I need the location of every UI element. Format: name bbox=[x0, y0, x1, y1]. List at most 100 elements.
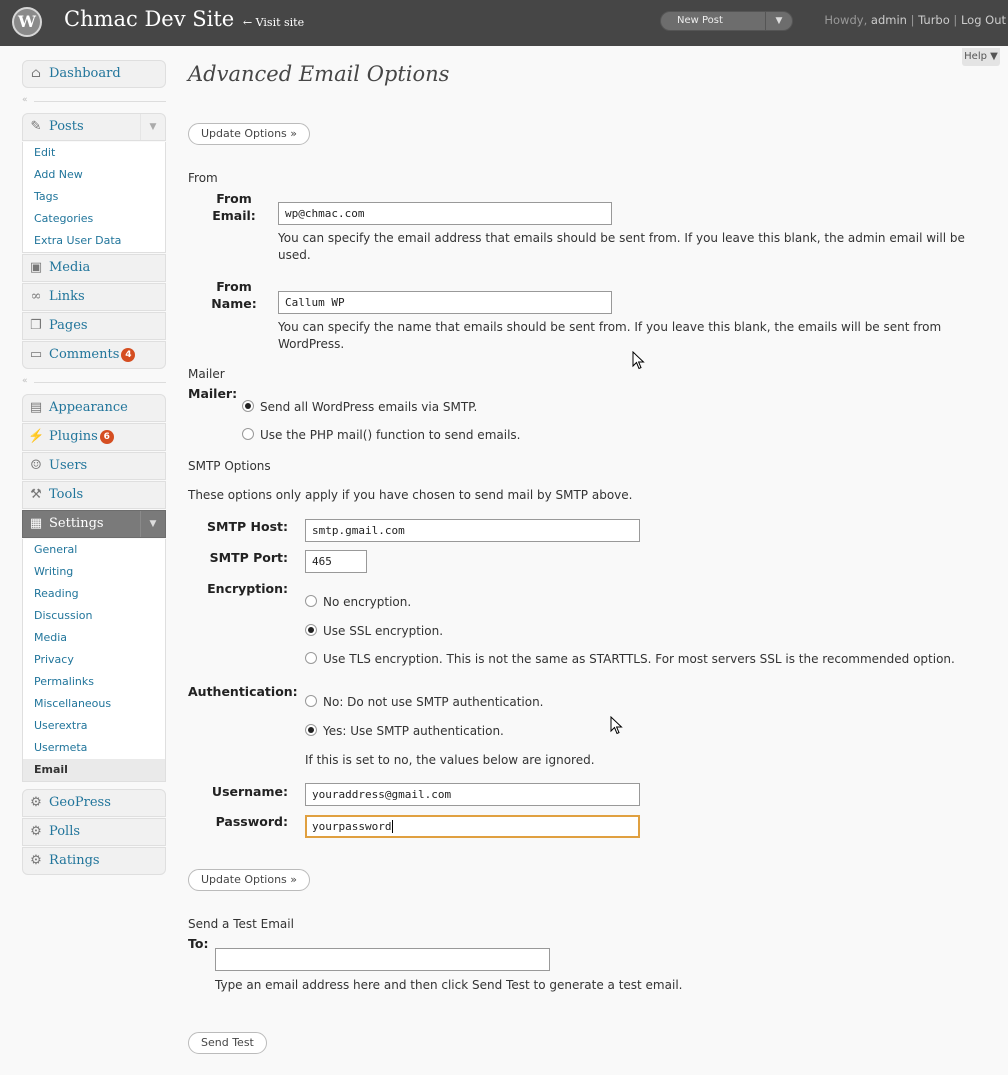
smtp-port-field[interactable]: 465 bbox=[305, 550, 367, 573]
user-link[interactable]: admin bbox=[871, 13, 907, 27]
submenu-item-miscellaneous[interactable]: Miscellaneous bbox=[23, 693, 165, 715]
auth-no-label: No: Do not use SMTP authentication. bbox=[323, 695, 544, 709]
radio-unselected-icon[interactable] bbox=[242, 428, 254, 440]
submenu-item-general[interactable]: General bbox=[23, 539, 165, 561]
submenu-item-tags[interactable]: Tags bbox=[23, 186, 165, 208]
test-email-description: Type an email address here and then clic… bbox=[215, 978, 683, 992]
menu-appearance-label: Appearance bbox=[49, 400, 128, 415]
submenu-item-privacy[interactable]: Privacy bbox=[23, 649, 165, 671]
turbo-link[interactable]: Turbo bbox=[918, 13, 950, 27]
smtp-port-label: SMTP Port: bbox=[209, 550, 288, 565]
mailer-option-php[interactable]: Use the PHP mail() function to send emai… bbox=[242, 428, 520, 442]
menu-comments-label: Comments 4 bbox=[49, 347, 136, 362]
submenu-item-discussion[interactable]: Discussion bbox=[23, 605, 165, 627]
submenu-item-reading[interactable]: Reading bbox=[23, 583, 165, 605]
update-options-button-bottom[interactable]: Update Options » bbox=[188, 869, 311, 891]
gear-icon: ⚙ bbox=[30, 853, 42, 868]
menu-polls-label: Polls bbox=[49, 824, 81, 839]
mailer-option-smtp[interactable]: Send all WordPress emails via SMTP. bbox=[242, 400, 477, 414]
plugins-text: Plugins bbox=[49, 429, 98, 444]
howdy-text: Howdy, bbox=[824, 13, 868, 27]
menu-posts-label: Posts bbox=[49, 119, 84, 134]
encryption-none-label: No encryption. bbox=[323, 595, 412, 609]
smtp-host-label: SMTP Host: bbox=[207, 519, 288, 534]
visit-site-link[interactable]: ← Visit site bbox=[243, 16, 304, 29]
username-field[interactable]: youraddress@gmail.com bbox=[305, 783, 640, 806]
mailer-php-label: Use the PHP mail() function to send emai… bbox=[260, 428, 521, 442]
chevron-down-icon[interactable]: ▼ bbox=[140, 114, 165, 140]
radio-unselected-icon[interactable] bbox=[305, 652, 317, 664]
logout-link[interactable]: Log Out bbox=[961, 13, 1006, 27]
auth-option-yes[interactable]: Yes: Use SMTP authentication. bbox=[305, 724, 504, 738]
user-info: Howdy, admin | Turbo | Log Out bbox=[824, 13, 1006, 27]
menu-links-label: Links bbox=[49, 289, 85, 304]
submenu-item-userextra[interactable]: Userextra bbox=[23, 715, 165, 737]
submenu-item-media[interactable]: Media bbox=[23, 627, 165, 649]
menu-separator[interactable]: « bbox=[22, 370, 166, 394]
radio-selected-icon[interactable] bbox=[242, 400, 254, 412]
help-tab[interactable]: Help ▼ bbox=[962, 48, 1000, 66]
plugins-count-badge: 6 bbox=[99, 430, 114, 444]
users-icon: ☺ bbox=[30, 458, 42, 473]
smtp-host-field[interactable]: smtp.gmail.com bbox=[305, 519, 640, 542]
submenu-item-extra-user-data[interactable]: Extra User Data bbox=[23, 230, 165, 252]
settings-submenu: General Writing Reading Discussion Media… bbox=[22, 539, 166, 782]
tools-icon: ⚒ bbox=[30, 487, 42, 502]
encryption-option-tls[interactable]: Use TLS encryption. This is not the same… bbox=[305, 652, 955, 666]
menu-geopress[interactable]: ⚙ GeoPress bbox=[22, 789, 166, 817]
menu-tools[interactable]: ⚒ Tools bbox=[22, 481, 166, 509]
smtp-note: These options only apply if you have cho… bbox=[188, 488, 633, 502]
new-post-label[interactable]: New Post bbox=[677, 15, 723, 26]
menu-separator[interactable]: « bbox=[22, 89, 166, 113]
from-email-field[interactable]: wp@chmac.com bbox=[278, 202, 612, 225]
menu-pages[interactable]: ❐ Pages bbox=[22, 312, 166, 340]
menu-polls[interactable]: ⚙ Polls bbox=[22, 818, 166, 846]
mailer-smtp-label: Send all WordPress emails via SMTP. bbox=[260, 400, 478, 414]
send-test-button[interactable]: Send Test bbox=[188, 1032, 267, 1054]
menu-plugins[interactable]: ⚡ Plugins 6 bbox=[22, 423, 166, 451]
menu-media-label: Media bbox=[49, 260, 91, 275]
submenu-item-writing[interactable]: Writing bbox=[23, 561, 165, 583]
menu-links[interactable]: ∞ Links bbox=[22, 283, 166, 311]
test-email-to-field[interactable] bbox=[215, 948, 550, 971]
radio-unselected-icon[interactable] bbox=[305, 695, 317, 707]
plug-icon: ⚡ bbox=[28, 429, 45, 444]
chevron-down-icon[interactable]: ▼ bbox=[140, 511, 165, 537]
auth-option-no[interactable]: No: Do not use SMTP authentication. bbox=[305, 695, 544, 709]
menu-comments[interactable]: ▭ Comments 4 bbox=[22, 341, 166, 369]
link-icon: ∞ bbox=[30, 289, 42, 304]
wordpress-logo-icon[interactable]: W bbox=[12, 7, 42, 37]
submenu-item-usermeta[interactable]: Usermeta bbox=[23, 737, 165, 759]
radio-unselected-icon[interactable] bbox=[305, 595, 317, 607]
chevron-down-icon[interactable]: ▼ bbox=[765, 12, 792, 30]
settings-icon: ▦ bbox=[29, 516, 43, 531]
menu-settings[interactable]: ▦ Settings ▼ bbox=[22, 510, 166, 538]
submenu-item-edit[interactable]: Edit bbox=[23, 142, 165, 164]
page-title: Advanced Email Options bbox=[188, 62, 450, 86]
submenu-item-permalinks[interactable]: Permalinks bbox=[23, 671, 165, 693]
password-field[interactable]: yourpassword bbox=[305, 815, 640, 838]
update-options-button[interactable]: Update Options » bbox=[188, 123, 311, 145]
encryption-option-ssl[interactable]: Use SSL encryption. bbox=[305, 624, 443, 638]
from-email-label: From Email: bbox=[204, 190, 264, 224]
dashboard-icon: ⌂ bbox=[31, 66, 41, 81]
from-name-field[interactable]: Callum WP bbox=[278, 291, 612, 314]
menu-dashboard[interactable]: ⌂ Dashboard bbox=[22, 60, 166, 88]
comment-bubble-icon: ▭ bbox=[29, 347, 43, 362]
admin-header: W Chmac Dev Site ← Visit site New Post ▼… bbox=[0, 0, 1008, 46]
menu-media[interactable]: ▣ Media bbox=[22, 254, 166, 282]
encryption-option-none[interactable]: No encryption. bbox=[305, 595, 411, 609]
menu-posts[interactable]: ✎ Posts ▼ bbox=[22, 113, 166, 141]
radio-selected-icon[interactable] bbox=[305, 624, 317, 636]
menu-tools-label: Tools bbox=[49, 487, 84, 502]
menu-ratings[interactable]: ⚙ Ratings bbox=[22, 847, 166, 875]
site-title-text[interactable]: Chmac Dev Site bbox=[64, 7, 234, 31]
new-post-dropdown[interactable]: New Post ▼ bbox=[660, 11, 793, 31]
menu-users[interactable]: ☺ Users bbox=[22, 452, 166, 480]
menu-appearance[interactable]: ▤ Appearance bbox=[22, 394, 166, 422]
encryption-label: Encryption: bbox=[207, 581, 288, 596]
submenu-item-add-new[interactable]: Add New bbox=[23, 164, 165, 186]
radio-selected-icon[interactable] bbox=[305, 724, 317, 736]
submenu-item-categories[interactable]: Categories bbox=[23, 208, 165, 230]
submenu-item-email[interactable]: Email bbox=[23, 759, 165, 781]
